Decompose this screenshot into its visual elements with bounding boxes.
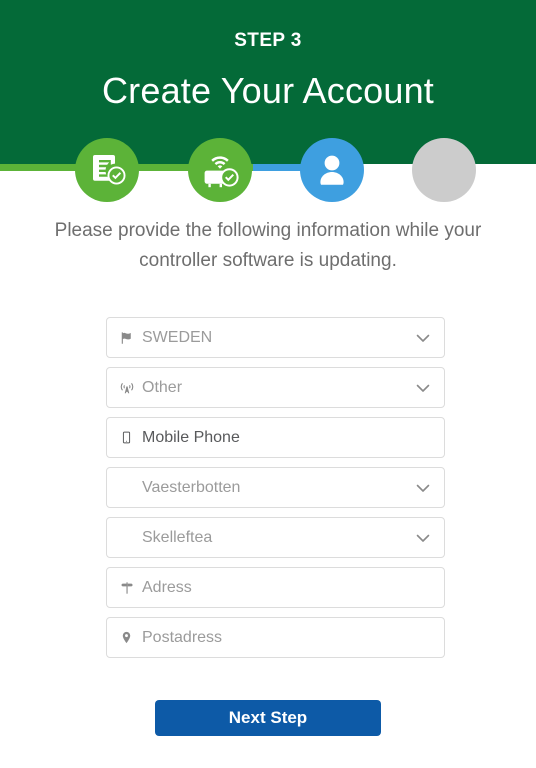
step-indicator-label: STEP 3 (234, 30, 302, 51)
user-icon (312, 150, 352, 190)
next-step-button[interactable]: Next Step (155, 700, 381, 736)
document-check-icon (87, 150, 127, 190)
region-select-value: Vaesterbotten (142, 478, 241, 496)
broadcast-tower-icon (119, 380, 134, 395)
page-title: Create Your Account (101, 70, 435, 111)
chevron-down-icon (414, 329, 432, 347)
stepper-step-2[interactable] (188, 138, 252, 202)
account-creation-screen: STEP 3 Create Your Account Please provid… (0, 0, 536, 768)
country-select-value: SWEDEN (142, 328, 213, 346)
country-select[interactable]: SWEDEN (106, 317, 445, 358)
stepper-step-4[interactable] (412, 138, 476, 202)
provider-select[interactable]: Other (106, 367, 445, 408)
postal-address-value: Postadress (142, 628, 223, 646)
stepper-step-3[interactable] (300, 138, 364, 202)
chevron-down-icon (414, 479, 432, 497)
stepper-step-1[interactable] (75, 138, 139, 202)
footer-actions: Next Step (0, 700, 536, 736)
address-value: Adress (142, 578, 192, 596)
progress-stepper (0, 138, 536, 202)
router-check-icon (200, 150, 240, 190)
mobile-phone-icon (119, 430, 134, 445)
city-select[interactable]: Skelleftea (106, 517, 445, 558)
postal-address-input[interactable]: Postadress (106, 617, 445, 658)
address-input[interactable]: Adress (106, 567, 445, 608)
region-select[interactable]: Vaesterbotten (106, 467, 445, 508)
map-marker-icon (119, 630, 134, 645)
provider-select-value: Other (142, 378, 183, 396)
instruction-text: Please provide the following information… (54, 220, 482, 271)
flag-icon (119, 330, 134, 345)
account-form: SWEDEN Other Mobile Phone Vaesterbotten … (106, 317, 445, 667)
mobile-phone-input[interactable]: Mobile Phone (106, 417, 445, 458)
empty-icon (424, 150, 464, 190)
street-sign-icon (119, 580, 134, 595)
city-select-value: Skelleftea (142, 528, 213, 546)
chevron-down-icon (414, 529, 432, 547)
chevron-down-icon (414, 379, 432, 397)
mobile-phone-value: Mobile Phone (142, 428, 240, 446)
